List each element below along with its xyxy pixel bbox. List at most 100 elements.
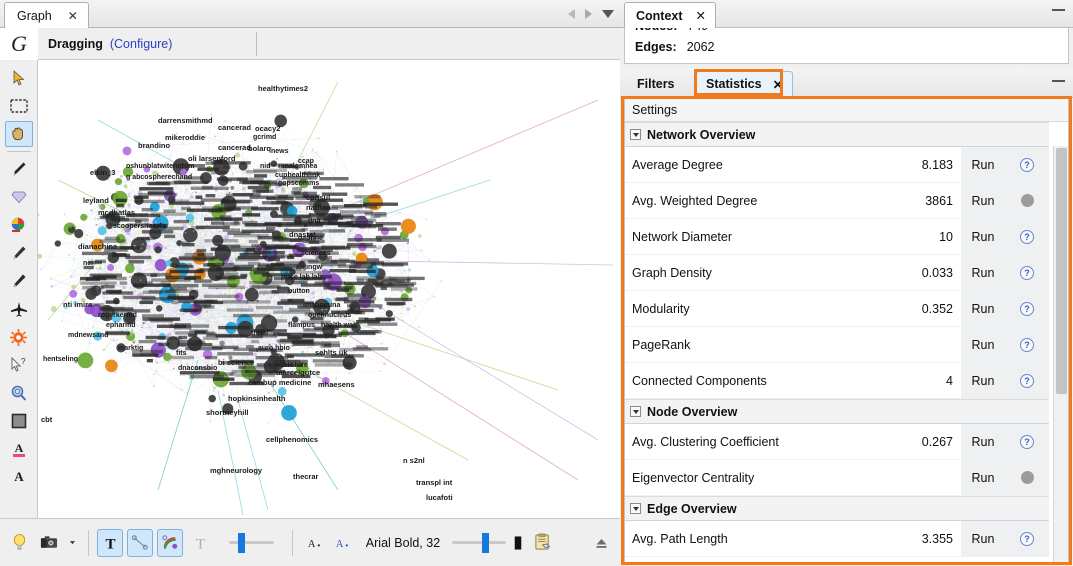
airplane-tool-icon[interactable] (5, 296, 33, 322)
graph-mode-bar: G Dragging (Configure) (0, 27, 620, 60)
right-pane: Context ✕ Nodes: 749 Edges: 2062 Filters (620, 0, 1073, 566)
minimize-icon[interactable] (1052, 9, 1065, 11)
tab-statistics[interactable]: Statistics ✕ (696, 71, 794, 96)
square-color-tool-icon[interactable] (5, 408, 33, 434)
statistic-value: 0.267 (921, 434, 953, 449)
run-button[interactable]: Run (961, 520, 1005, 557)
graph-node-label: algingw (296, 264, 323, 271)
diamond-tool-icon[interactable] (5, 184, 33, 210)
help-icon[interactable]: ? (1005, 520, 1049, 557)
close-icon[interactable]: ✕ (773, 77, 783, 92)
graph-node-label: cancerad (218, 143, 251, 152)
text-color-tool-icon[interactable]: A (5, 436, 33, 462)
graph-node-label: rogerkermd (98, 312, 137, 319)
collapse-caret-icon[interactable] (630, 406, 641, 417)
label-size-slider[interactable] (452, 530, 507, 556)
nodes-value: 749 (687, 28, 708, 33)
tab-filters[interactable]: Filters (628, 71, 684, 96)
close-icon[interactable]: ✕ (696, 8, 706, 23)
show-edges-toggle[interactable] (127, 528, 154, 557)
tab-graph[interactable]: Graph ✕ (4, 2, 89, 28)
graph-node-label: cambup medicine (248, 378, 312, 387)
collapse-caret-icon[interactable] (630, 503, 641, 514)
paintbrush-tool-icon[interactable] (5, 156, 33, 182)
gear-sun-tool-icon[interactable] (5, 324, 33, 350)
statistic-value: 0.033 (921, 265, 953, 280)
statistics-scroll-area[interactable]: Network Overview Average Degree 8.183 Run? A… (625, 122, 1068, 562)
run-button[interactable]: Run (961, 362, 1005, 399)
show-node-labels-toggle[interactable]: T (97, 528, 124, 557)
help-icon[interactable]: ? (1005, 423, 1049, 460)
run-button[interactable]: Run (961, 423, 1005, 460)
help-icon[interactable]: ? (1005, 326, 1049, 363)
black-color-swatch[interactable] (510, 529, 526, 557)
graph-node-label: epharmd (106, 322, 136, 329)
edge-color-toggle[interactable] (157, 528, 184, 557)
graph-tab-strip: Graph ✕ (0, 0, 620, 28)
graph-canvas[interactable]: healthytimes2 darrensmithmd cancerad ocacy2… (38, 60, 620, 518)
font-label[interactable]: Arial Bold, 32 (366, 536, 440, 550)
run-button[interactable]: Run (961, 146, 1005, 183)
minimize-icon[interactable] (1052, 80, 1065, 82)
camera-icon[interactable] (36, 529, 62, 557)
statistics-row: Modularity 0.352 Run? (625, 290, 1049, 327)
cursor-question-tool-icon[interactable]: ? (5, 352, 33, 378)
run-button[interactable]: Run (961, 326, 1005, 363)
camera-dropdown-caret-icon[interactable] (66, 529, 79, 557)
text-style-tool-icon[interactable]: A (5, 464, 33, 490)
font-increase-button[interactable]: A (330, 529, 354, 557)
palette-tool-icon[interactable] (5, 212, 33, 238)
run-button[interactable]: Run (961, 182, 1005, 219)
statistics-section-header[interactable]: Node Overview (625, 399, 1049, 424)
help-icon[interactable]: ? (1005, 362, 1049, 399)
statistic-name: Connected Components (632, 373, 767, 388)
svg-text:A: A (336, 539, 344, 550)
graph-node-label: dianachina (78, 242, 118, 251)
run-button[interactable]: Run (961, 254, 1005, 291)
tab-statistics-label: Statistics (706, 77, 762, 91)
dragging-hand-tool-icon[interactable] (4, 121, 33, 147)
help-icon[interactable]: ? (1005, 254, 1049, 291)
next-arrow-icon[interactable] (585, 9, 592, 19)
close-icon[interactable]: ✕ (68, 10, 78, 22)
cursor-select-tool-icon[interactable] (5, 65, 33, 91)
dropdown-caret-icon[interactable] (602, 10, 614, 18)
configure-link[interactable]: (Configure) (110, 37, 173, 51)
graph-node-label: scoopersitood's (113, 223, 167, 230)
font-decrease-button[interactable]: A (302, 529, 326, 557)
context-row-nodes: Nodes: 749 (625, 28, 1068, 36)
statistics-section-header[interactable]: Network Overview (625, 122, 1049, 147)
edges-label: Edges: (635, 40, 677, 54)
scrollbar-thumb[interactable] (1056, 148, 1067, 394)
pencil-tool-icon[interactable] (5, 240, 33, 266)
collapse-caret-icon[interactable] (630, 129, 641, 140)
graph-node-label: healthytimes2 (258, 84, 309, 93)
graph-node-label: bi science (218, 358, 255, 367)
lightbulb-icon[interactable] (6, 529, 32, 557)
node-size-slider[interactable] (229, 530, 275, 556)
pencil-size-tool-icon[interactable] (5, 268, 33, 294)
graph-node-label: hentseling (43, 356, 79, 363)
graph-node-label: auro hbio (258, 345, 290, 352)
help-icon[interactable]: ? (1005, 218, 1049, 255)
help-icon[interactable]: ? (1005, 146, 1049, 183)
magnifier-tool-icon[interactable] (5, 380, 33, 406)
prev-arrow-icon[interactable] (568, 9, 575, 19)
run-button[interactable]: Run (961, 290, 1005, 327)
statistic-name: Average Degree (632, 157, 723, 172)
statistic-value: 3.355 (921, 531, 953, 546)
help-icon[interactable]: ? (1005, 290, 1049, 327)
run-button[interactable]: Run (961, 218, 1005, 255)
section-title: Network Overview (647, 127, 756, 142)
status-dot-icon (1005, 182, 1049, 219)
tab-context[interactable]: Context ✕ (624, 2, 717, 28)
rectangle-selection-tool-icon[interactable] (5, 93, 33, 119)
graph-node-label: transpl int (416, 478, 453, 487)
statistics-section-header[interactable]: Edge Overview (625, 496, 1049, 521)
graph-node-label: cuphealthlink (275, 172, 321, 179)
eject-icon[interactable] (588, 529, 614, 557)
label-settings-icon[interactable] (530, 529, 556, 557)
show-edge-labels-toggle[interactable]: T (187, 529, 213, 557)
statistics-scrollbar[interactable] (1053, 146, 1068, 562)
run-button[interactable]: Run (961, 459, 1005, 496)
